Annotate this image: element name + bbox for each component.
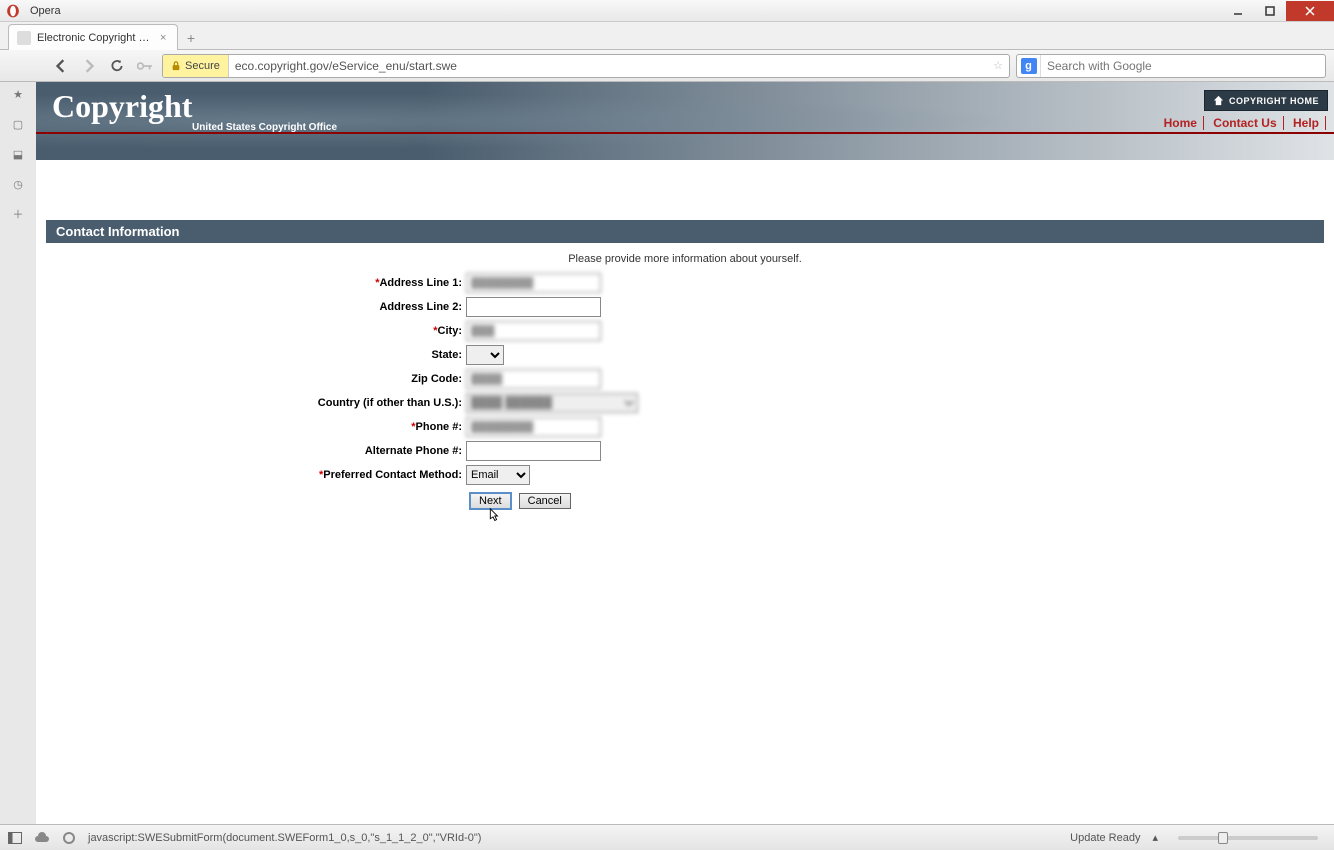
search-input[interactable]	[1041, 59, 1325, 73]
search-field[interactable]: g	[1016, 54, 1326, 78]
key-icon[interactable]	[134, 55, 156, 77]
input-address1[interactable]	[466, 273, 601, 293]
input-city[interactable]	[466, 321, 601, 341]
notes-icon[interactable]: ▢	[10, 116, 26, 132]
status-js-text: javascript:SWESubmitForm(document.SWEFor…	[88, 832, 481, 844]
input-address2[interactable]	[466, 297, 601, 317]
link-help[interactable]: Help	[1287, 116, 1326, 130]
label-state: State:	[431, 349, 462, 361]
forward-button[interactable]	[78, 55, 100, 77]
downloads-icon[interactable]: ⬓	[10, 146, 26, 162]
select-contact-method[interactable]: Email	[466, 465, 530, 485]
expand-icon[interactable]: ▴	[1152, 831, 1158, 844]
section-title: Contact Information	[46, 220, 1324, 243]
bookmark-star-icon[interactable]: ☆	[987, 59, 1009, 72]
next-button[interactable]: Next	[470, 493, 511, 509]
zoom-slider[interactable]	[1178, 836, 1318, 840]
link-home[interactable]: Home	[1158, 116, 1204, 130]
site-logo: Copyright	[52, 90, 337, 122]
contact-form: *Address Line 1: Address Line 2: *City: …	[46, 273, 1324, 509]
google-icon: g	[1021, 58, 1037, 74]
add-panel-icon[interactable]: ＋	[10, 206, 26, 222]
zoom-thumb[interactable]	[1218, 832, 1228, 844]
url-text: eco.copyright.gov/eService_enu/start.swe	[229, 59, 987, 73]
search-engine-button[interactable]: g	[1017, 55, 1041, 77]
input-zip[interactable]	[466, 369, 601, 389]
header-links: Home Contact Us Help	[1158, 116, 1326, 130]
select-country[interactable]: ████ ██████	[466, 393, 638, 413]
secure-badge[interactable]: Secure	[163, 55, 229, 77]
cancel-button[interactable]: Cancel	[519, 493, 571, 509]
page-icon	[17, 31, 31, 45]
input-alt-phone[interactable]	[466, 441, 601, 461]
minimize-button[interactable]	[1222, 1, 1254, 21]
label-alt-phone: Alternate Phone #:	[365, 445, 462, 457]
new-tab-button[interactable]: +	[180, 27, 202, 49]
page-content: Copyright United States Copyright Office…	[36, 82, 1334, 824]
toolbar: Secure eco.copyright.gov/eService_enu/st…	[0, 50, 1334, 82]
copyright-home-button[interactable]: COPYRIGHT HOME	[1204, 90, 1328, 111]
bookmarks-icon[interactable]: ★	[10, 86, 26, 102]
label-contact-method: Preferred Contact Method:	[323, 469, 462, 481]
label-city: City:	[438, 325, 462, 337]
label-phone: Phone #:	[416, 421, 462, 433]
close-button[interactable]	[1286, 1, 1334, 21]
site-header: Copyright United States Copyright Office…	[36, 82, 1334, 160]
sync-icon[interactable]	[62, 831, 76, 845]
label-country: Country (if other than U.S.):	[318, 397, 462, 409]
side-panel: ★ ▢ ⬓ ◷ ＋	[0, 82, 36, 824]
secure-label: Secure	[185, 60, 220, 72]
reload-button[interactable]	[106, 55, 128, 77]
tab-title: Electronic Copyright O...	[37, 32, 151, 44]
site-subtitle: United States Copyright Office	[192, 122, 337, 133]
form-instruction: Please provide more information about yo…	[46, 253, 1324, 265]
panel-toggle-icon[interactable]	[8, 832, 22, 844]
status-bar: javascript:SWESubmitForm(document.SWEFor…	[0, 824, 1334, 850]
cursor-icon	[484, 507, 502, 525]
tab-close-icon[interactable]: ×	[157, 32, 169, 44]
back-button[interactable]	[50, 55, 72, 77]
label-zip: Zip Code:	[411, 373, 462, 385]
tab-bar: Electronic Copyright O... × +	[0, 22, 1334, 50]
browser-name: Opera	[24, 5, 67, 17]
select-state[interactable]	[466, 345, 504, 365]
update-ready-label[interactable]: Update Ready	[1070, 832, 1140, 844]
home-icon	[1213, 95, 1224, 106]
label-address2: Address Line 2:	[379, 301, 462, 313]
cloud-icon[interactable]	[34, 832, 50, 844]
input-phone[interactable]	[466, 417, 601, 437]
opera-logo-icon	[4, 2, 22, 20]
link-contact[interactable]: Contact Us	[1207, 116, 1283, 130]
label-address1: Address Line 1:	[379, 277, 462, 289]
browser-tab[interactable]: Electronic Copyright O... ×	[8, 24, 178, 50]
maximize-button[interactable]	[1254, 1, 1286, 21]
lock-icon	[171, 61, 181, 71]
window-title-bar: Opera	[0, 0, 1334, 22]
address-bar[interactable]: Secure eco.copyright.gov/eService_enu/st…	[162, 54, 1010, 78]
history-icon[interactable]: ◷	[10, 176, 26, 192]
